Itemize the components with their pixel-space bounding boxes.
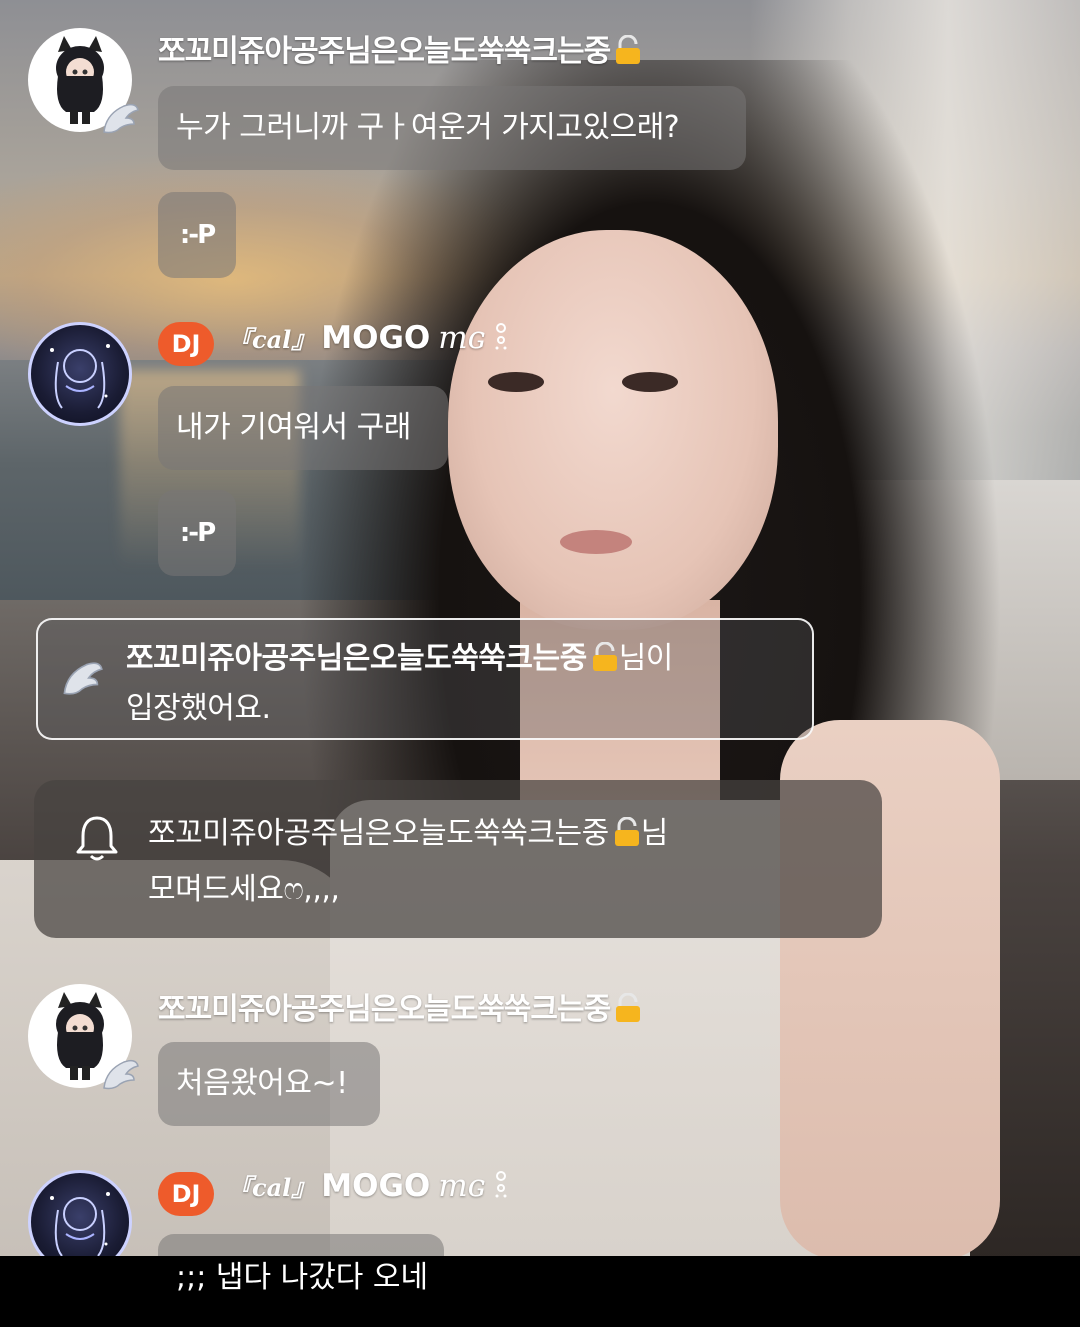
lock-icon [616,993,641,1022]
dj-badge-label: DJ [171,330,201,358]
dj-username[interactable]: 『cal』 MOGO mɢ [228,1168,510,1204]
dj-tag: 『cal』 [228,325,316,354]
tongue-face-sticker: :-P [179,220,216,250]
message-bubble: 처음왔어요~! [158,1042,380,1126]
sticker-bubble: :-P [158,490,236,576]
dj-tag: 『cal』 [228,1173,316,1202]
username-text: 쪼꼬미쥬아공주님은오늘도쑥쑥크는중 [158,992,611,1027]
dj-avatar-art-icon [50,344,110,409]
lock-icon [616,35,641,64]
tongue-face-sticker: :-P [179,518,216,548]
entry-suffix: 님이 [618,641,674,676]
lock-icon [614,817,639,846]
lock-icon [592,642,617,671]
user-avatar[interactable] [28,984,139,1090]
message-text: 누가 그러니까 구ㅏ여운거 가지고있으래? [176,110,680,145]
dj-username[interactable]: 『cal』 MOGO mɢ [228,320,510,356]
notice-line2: 모며드세요ෆ,,,, [148,872,340,907]
dj-badge: DJ [158,1172,214,1216]
dj-badge: DJ [158,322,214,366]
message-bubble: 누가 그러니까 구ㅏ여운거 가지고있으래? [158,86,746,170]
username[interactable]: 쪼꼬미쥬아공주님은오늘도쑥쑥크는중 [158,984,642,1028]
dj-notice: 쪼꼬미쥬아공주님은오늘도쑥쑥크는중 님 모며드세요ෆ,,,, [34,780,882,938]
message-bubble: 내가 기여워서 구래 [158,386,448,470]
notice-suffix: 님 [640,816,669,851]
user-avatar[interactable] [28,28,139,134]
dj-username-text: MOGO [321,320,431,356]
wing-badge-icon [103,103,139,134]
wing-badge-icon [63,662,103,695]
dj-username-text: MOGO [321,1168,431,1204]
message-text: ;;; 냅다 나갔다 오네 [176,1260,429,1295]
entry-notice: 쪼꼬미쥬아공주님은오늘도쑥쑥크는중 님이 입장했어요. [36,618,814,740]
entry-username: 쪼꼬미쥬아공주님은오늘도쑥쑥크는중 [126,641,587,676]
message-text: 처음왔어요~! [176,1066,348,1101]
sparkle-icon [495,323,507,350]
bottom-bar [0,1256,1080,1327]
sparkle-icon [495,1171,507,1198]
username-text: 쪼꼬미쥬아공주님은오늘도쑥쑥크는중 [158,34,611,69]
sticker-bubble: :-P [158,192,236,278]
message-text: 내가 기여워서 구래 [176,410,411,445]
dj-notice-text: 쪼꼬미쥬아공주님은오늘도쑥쑥크는중 님 모며드세요ෆ,,,, [148,806,668,918]
chat-feed[interactable]: 쪼꼬미쥬아공주님은오늘도쑥쑥크는중 누가 그러니까 구ㅏ여운거 가지고있으래? … [0,0,1080,1274]
entry-notice-text: 쪼꼬미쥬아공주님은오늘도쑥쑥크는중 님이 입장했어요. [126,634,673,734]
dj-avatar[interactable] [28,322,132,426]
notice-username: 쪼꼬미쥬아공주님은오늘도쑥쑥크는중 [148,816,609,851]
message-bubble [158,1234,444,1256]
entry-line2: 입장했어요. [126,691,271,726]
wing-badge-icon [103,1059,139,1090]
dj-suffix: mɢ [438,1168,486,1204]
username[interactable]: 쪼꼬미쥬아공주님은오늘도쑥쑥크는중 [158,26,642,70]
bell-icon [76,816,118,861]
dj-badge-label: DJ [171,1180,201,1208]
dj-suffix: mɢ [438,320,486,356]
